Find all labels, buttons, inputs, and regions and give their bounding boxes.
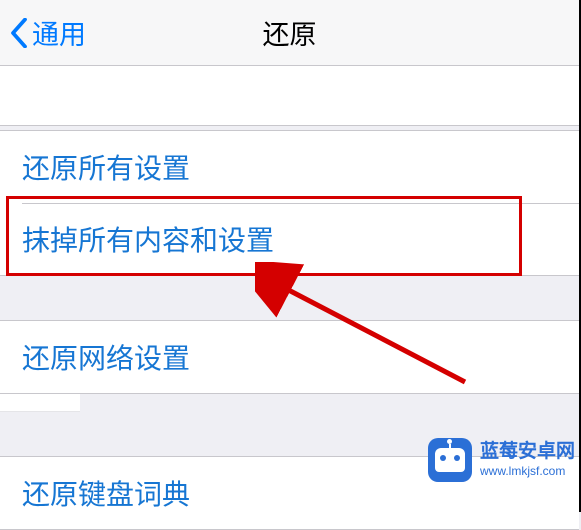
watermark-title: 蓝莓安卓网	[480, 441, 575, 464]
chevron-left-icon	[10, 18, 28, 48]
reset-all-settings-row[interactable]: 还原所有设置	[0, 131, 579, 203]
spacer-row	[0, 66, 579, 126]
watermark: 蓝莓安卓网 www.lmkjsf.com	[428, 438, 575, 482]
partial-strip	[0, 394, 80, 412]
reset-network-settings-row[interactable]: 还原网络设置	[0, 321, 579, 393]
watermark-logo-icon	[428, 438, 472, 482]
back-label: 通用	[32, 13, 86, 52]
row-label: 还原所有设置	[22, 147, 190, 187]
settings-group-1: 还原所有设置 抹掉所有内容和设置	[0, 130, 579, 276]
row-label: 还原网络设置	[22, 337, 190, 377]
row-label: 还原键盘词典	[22, 473, 190, 513]
page-title: 还原	[263, 13, 317, 52]
watermark-text: 蓝莓安卓网 www.lmkjsf.com	[480, 441, 575, 478]
group-gap	[0, 276, 579, 320]
erase-all-content-row[interactable]: 抹掉所有内容和设置	[0, 203, 579, 275]
watermark-url: www.lmkjsf.com	[480, 464, 575, 478]
settings-group-2: 还原网络设置	[0, 320, 579, 394]
nav-bar: 通用 还原	[0, 0, 579, 66]
row-label: 抹掉所有内容和设置	[22, 219, 274, 259]
back-button[interactable]: 通用	[0, 13, 86, 52]
